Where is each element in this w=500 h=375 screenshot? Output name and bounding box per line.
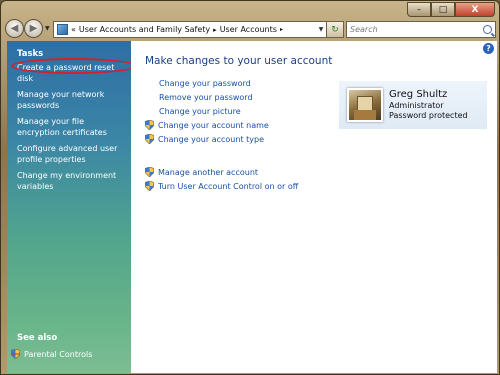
maximize-button[interactable]: □ [431,2,455,17]
page-title: Make changes to your user account [145,55,333,67]
user-password-status: Password protected [389,111,468,120]
link-label: Change your account name [158,120,269,130]
task-pane: Tasks Create a password reset disk Manag… [7,41,137,373]
breadcrumb-chevron-icon[interactable]: ▸ [280,26,283,33]
uac-shield-icon [145,167,154,177]
breadcrumb-user-accounts-family-safety[interactable]: User Accounts and Family Safety [79,25,210,34]
forward-arrow-icon: ▶ [29,23,38,34]
uac-shield-icon [145,120,154,130]
refresh-icon: ↻ [331,24,339,35]
link-remove-password[interactable]: Remove your password [159,93,253,102]
title-bar: – □ X ◀ ▶ ▼ « User Accounts and Family S… [1,1,500,38]
link-label: Change your account type [158,134,264,144]
search-input[interactable]: Search [346,21,496,38]
link-change-account-name[interactable]: Change your account name [145,120,269,130]
link-manage-another-account[interactable]: Manage another account [145,167,258,177]
see-also-section: See also Parental Controls [7,333,131,359]
address-bar[interactable]: « User Accounts and Family Safety ▸ User… [53,21,338,38]
control-panel-icon [57,24,68,35]
see-also-heading: See also [17,333,58,343]
user-name: Greg Shultz [389,89,448,100]
see-also-parental-controls[interactable]: Parental Controls [7,349,131,359]
recent-pages-dropdown-icon[interactable]: ▼ [45,25,50,32]
minimize-button[interactable]: – [407,2,431,17]
parental-controls-label: Parental Controls [24,349,93,359]
task-manage-network-passwords[interactable]: Manage your network passwords [7,90,131,111]
address-separator: « [71,25,76,34]
highlight-circle [11,58,137,74]
uac-shield-icon [145,181,154,191]
shield-icon [11,349,20,359]
window-frame: – □ X ◀ ▶ ▼ « User Accounts and Family S… [0,0,500,375]
address-dropdown-icon[interactable]: ▼ [316,21,326,38]
back-button[interactable]: ◀ [5,19,24,38]
window-controls: – □ X [407,2,495,17]
back-arrow-icon: ◀ [10,23,19,34]
link-change-picture[interactable]: Change your picture [159,107,241,116]
search-placeholder: Search [350,25,378,34]
user-account-card: Greg Shultz Administrator Password prote… [339,81,487,129]
task-configure-advanced-profile-properties[interactable]: Configure advanced user profile properti… [7,144,131,165]
close-button[interactable]: X [455,2,495,17]
task-create-password-reset-disk[interactable]: Create a password reset disk [7,58,137,84]
main-content: ? Make changes to your user account Chan… [131,41,497,373]
user-details: Greg Shultz Administrator Password prote… [389,89,468,121]
link-change-account-type[interactable]: Change your account type [145,134,264,144]
link-label: Manage another account [158,167,259,177]
uac-shield-icon [145,134,154,144]
breadcrumb-user-accounts[interactable]: User Accounts [220,25,277,34]
task-manage-file-encryption-certificates[interactable]: Manage your file encryption certificates [7,117,131,138]
refresh-button[interactable]: ↻ [326,21,344,38]
help-icon[interactable]: ? [483,43,494,54]
link-label: Turn User Account Control on or off [158,181,299,191]
user-role: Administrator [389,101,444,110]
search-icon[interactable] [483,25,492,34]
breadcrumb-separator[interactable]: ▸ [213,26,217,34]
link-change-password[interactable]: Change your password [159,79,251,88]
avatar [347,88,383,122]
forward-button[interactable]: ▶ [24,19,43,38]
link-turn-uac-on-off[interactable]: Turn User Account Control on or off [145,181,298,191]
task-change-environment-variables[interactable]: Change my environment variables [7,171,131,192]
